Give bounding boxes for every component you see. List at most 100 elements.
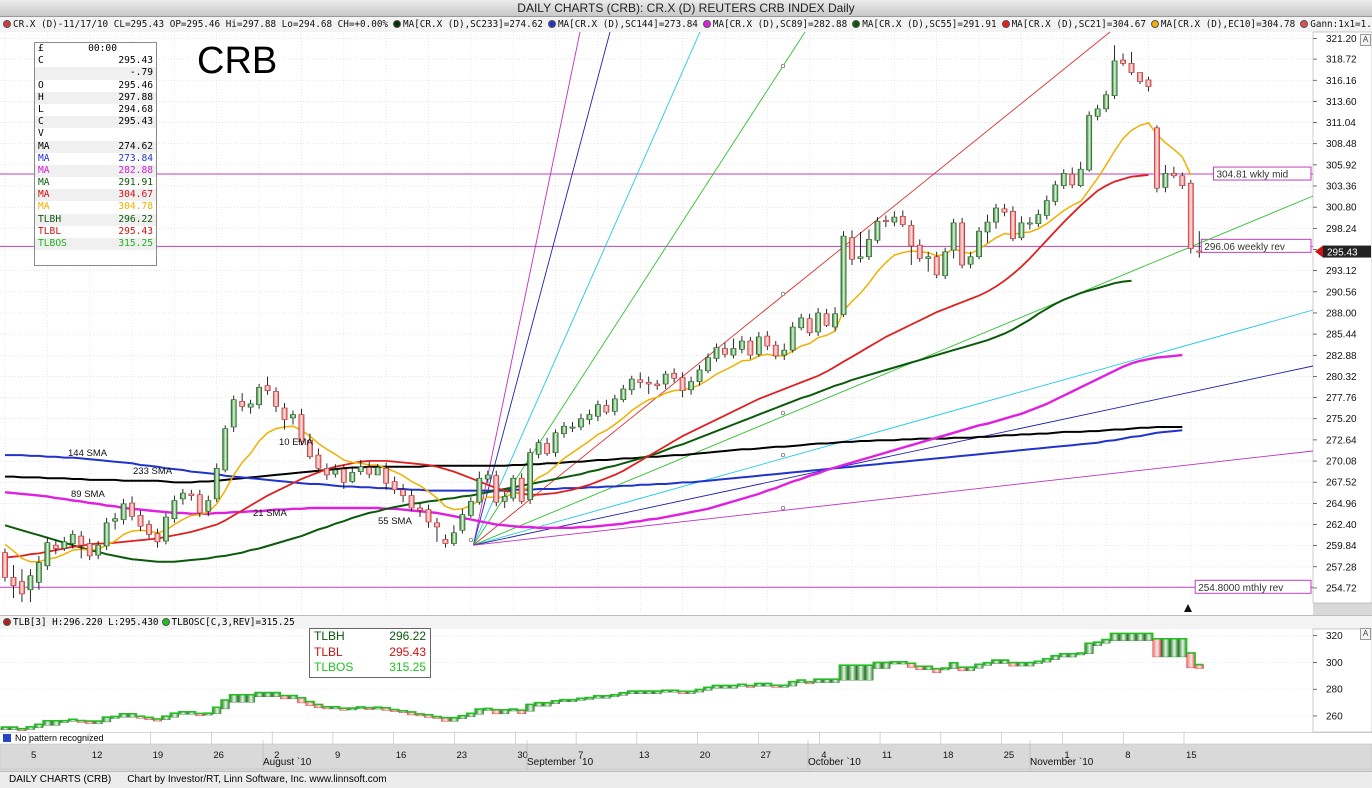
tlb-brick bbox=[1059, 654, 1069, 658]
stats-value: 295.43 bbox=[118, 55, 153, 67]
candle-body bbox=[425, 509, 432, 523]
tlb-brick bbox=[356, 707, 366, 710]
tlb-brick bbox=[576, 698, 586, 701]
tlb-brick bbox=[652, 691, 662, 694]
tlb-brick bbox=[983, 662, 992, 666]
stats-label: MA bbox=[38, 177, 50, 189]
y-tick-label: 290.56 bbox=[1326, 287, 1357, 298]
stats-value: 295.46 bbox=[118, 79, 153, 91]
x-day-label: 12 bbox=[92, 750, 103, 761]
x-day-label: 26 bbox=[213, 750, 224, 761]
x-axis-strip bbox=[0, 743, 1372, 770]
candle-body bbox=[391, 481, 398, 491]
candle-body bbox=[146, 524, 152, 535]
candle-body bbox=[1179, 175, 1186, 186]
tlb-brick bbox=[195, 713, 205, 717]
tlb-brick bbox=[127, 713, 137, 718]
tlb-value: 295.43 bbox=[389, 644, 426, 659]
candle-body bbox=[493, 475, 500, 503]
stats-value: 296.22 bbox=[118, 213, 153, 225]
y-tick-label: 300.80 bbox=[1326, 203, 1357, 214]
tlb-brick bbox=[1017, 662, 1026, 667]
candle-body bbox=[154, 533, 161, 543]
candle-body bbox=[1162, 173, 1169, 188]
stats-label: MA bbox=[38, 201, 50, 213]
tlb-brick bbox=[42, 721, 52, 726]
x-day-label: 23 bbox=[457, 750, 468, 761]
candle-body bbox=[586, 414, 593, 420]
tlb-brick bbox=[949, 663, 959, 669]
candle-body bbox=[993, 207, 999, 223]
last-price-label: 295.43 bbox=[1327, 248, 1358, 259]
tlb-brick bbox=[813, 679, 823, 683]
candle-body bbox=[1196, 250, 1203, 253]
candle-body bbox=[1187, 182, 1194, 249]
tlb-brick bbox=[263, 692, 273, 697]
candle-body bbox=[933, 256, 940, 276]
tlb-brick bbox=[974, 664, 984, 669]
tlb-brick bbox=[9, 727, 18, 730]
y-tick-label: 305.92 bbox=[1326, 160, 1357, 171]
candle-body bbox=[1010, 211, 1016, 239]
candle-body bbox=[484, 474, 491, 480]
stats-row: L 294.68 bbox=[35, 104, 156, 116]
candle-body bbox=[35, 562, 42, 583]
tlb-brick bbox=[542, 702, 552, 707]
tlb-brick bbox=[178, 712, 188, 715]
price-chart[interactable]: 321.20 318.72 316.16 313.60 311.04 308.48 305.… bbox=[0, 0, 1372, 787]
candle-body bbox=[383, 468, 390, 484]
tlb-panel-background bbox=[0, 629, 1313, 732]
candle-body bbox=[256, 387, 262, 405]
stats-label: C bbox=[38, 55, 44, 67]
tlb-brick bbox=[1025, 662, 1035, 667]
stats-box: £00:00 C 295.43 -.79 O 295.46 H 297.88 L 294.68 C 2… bbox=[34, 42, 157, 266]
gann-fan-node bbox=[780, 410, 786, 416]
tlb-brick bbox=[898, 661, 908, 665]
stats-label: MA bbox=[38, 164, 50, 176]
candle-body bbox=[510, 477, 517, 499]
candle-body bbox=[222, 428, 229, 471]
candle-body bbox=[798, 317, 805, 329]
y-tick-label: 259.84 bbox=[1326, 541, 1357, 552]
candle-body bbox=[849, 237, 855, 260]
tlb-brick bbox=[254, 692, 264, 697]
stats-value: 304.67 bbox=[118, 189, 153, 201]
tlb-brick bbox=[1144, 633, 1153, 641]
candle-body bbox=[535, 442, 542, 455]
tlb-brick bbox=[229, 695, 239, 703]
axis-scale-button-lower[interactable]: A bbox=[1360, 628, 1371, 640]
candle-body bbox=[984, 221, 991, 233]
gann-fan-node bbox=[780, 505, 786, 511]
tlb-brick bbox=[1042, 658, 1052, 663]
y-tick-label: 254.72 bbox=[1326, 583, 1357, 594]
candle-body bbox=[103, 522, 110, 547]
tlb-brick bbox=[610, 694, 620, 697]
price-panel-background bbox=[0, 32, 1313, 603]
axis-scale-button-upper[interactable]: A bbox=[1360, 34, 1371, 46]
tlb-brick bbox=[1000, 660, 1009, 664]
tlb-brick bbox=[0, 727, 10, 730]
candle-body bbox=[882, 220, 889, 222]
candle-body bbox=[78, 535, 85, 546]
tlb-brick bbox=[686, 691, 696, 694]
tlb-brick bbox=[534, 702, 544, 707]
tlb-brick bbox=[525, 704, 535, 712]
y-tick-label: 282.88 bbox=[1326, 351, 1357, 362]
x-day-label: 19 bbox=[153, 750, 164, 761]
ma-annotation: 144 SMA bbox=[68, 448, 108, 459]
candle-body bbox=[908, 225, 915, 247]
candle-body bbox=[1137, 72, 1143, 82]
candle-body bbox=[1086, 115, 1093, 171]
candle-body bbox=[476, 477, 483, 503]
tlb-brick bbox=[1118, 633, 1128, 641]
stats-row: O 295.46 bbox=[35, 80, 156, 92]
y-tick-label: 321.20 bbox=[1326, 34, 1357, 45]
candle-body bbox=[213, 468, 220, 500]
candle-body bbox=[950, 222, 957, 251]
candle-body bbox=[434, 522, 440, 528]
candle-body bbox=[1145, 79, 1152, 87]
tlb-brick bbox=[830, 679, 840, 683]
stats-value: 304.78 bbox=[118, 201, 153, 213]
candle-body bbox=[171, 500, 178, 520]
level-label: 304.81 wkly mid bbox=[1217, 170, 1289, 181]
